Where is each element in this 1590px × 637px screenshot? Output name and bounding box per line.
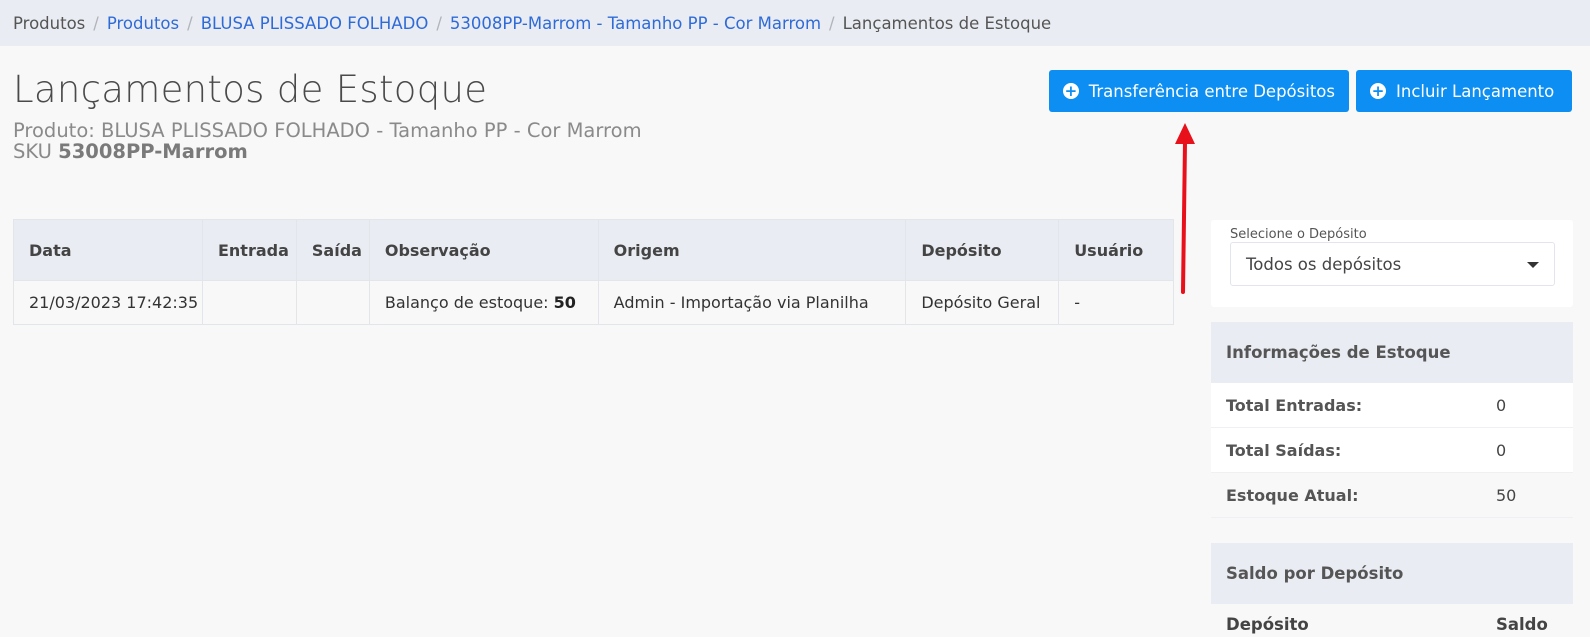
breadcrumb-produtos-root: Produtos	[13, 13, 86, 33]
page-title: Lançamentos de Estoque	[13, 68, 488, 111]
observacao-text: Balanço de estoque:	[384, 293, 549, 312]
column-header-usuario: Usuário	[1058, 219, 1174, 281]
cell-observacao: Balanço de estoque: 50	[368, 280, 599, 325]
transfer-between-deposits-button[interactable]: + Transferência entre Depósitos	[1049, 70, 1349, 112]
transfer-button-label: Transferência entre Depósitos	[1088, 81, 1335, 101]
breadcrumb-link-produtos[interactable]: Produtos	[107, 14, 179, 33]
cell-origem: Admin - Importação via Planilha	[597, 280, 907, 325]
column-header-observacao: Observação	[368, 219, 599, 281]
include-entry-button[interactable]: + Incluir Lançamento	[1356, 70, 1572, 112]
stock-info-value: 0	[1496, 440, 1507, 460]
sku-line: SKU 53008PP-Marrom	[13, 142, 248, 162]
deposit-filter-panel: Selecione o Depósito Todos os depósitos	[1211, 220, 1573, 307]
stock-info-title: Informações de Estoque	[1211, 322, 1573, 383]
balance-column-deposito: Depósito	[1226, 614, 1309, 634]
table-row: 21/03/2023 17:42:35 Balanço de estoque: …	[13, 280, 1174, 325]
stock-info-label: Estoque Atual:	[1226, 485, 1359, 505]
stock-info-row-entradas: Total Entradas: 0	[1211, 383, 1573, 428]
product-subtitle: Produto: BLUSA PLISSADO FOLHADO - Tamanh…	[13, 119, 642, 142]
sku-label: SKU	[13, 140, 52, 163]
stock-entries-table: Data Entrada Saída Observação Origem Dep…	[13, 219, 1174, 325]
sku-value: 53008PP-Marrom	[58, 140, 248, 163]
stock-info-label: Total Saídas:	[1226, 440, 1342, 460]
stock-info-row-atual: Estoque Atual: 50	[1211, 473, 1573, 518]
balance-columns-header: Depósito Saldo	[1211, 604, 1573, 637]
breadcrumb-separator: /	[829, 13, 835, 33]
deposit-select[interactable]: Todos os depósitos	[1230, 242, 1555, 286]
breadcrumb-separator: /	[187, 13, 193, 33]
balance-by-deposit-title: Saldo por Depósito	[1211, 543, 1573, 604]
annotation-arrow	[1175, 123, 1195, 294]
balance-by-deposit-card: Saldo por Depósito Depósito Saldo	[1211, 543, 1573, 637]
stock-info-row-saidas: Total Saídas: 0	[1211, 428, 1573, 473]
cell-saida	[295, 280, 370, 325]
column-header-deposito: Depósito	[905, 219, 1060, 281]
arrow-shaft	[1181, 140, 1187, 294]
breadcrumb-link-variant[interactable]: 53008PP-Marrom - Tamanho PP - Cor Marrom	[450, 14, 821, 33]
breadcrumb-separator: /	[436, 13, 442, 33]
breadcrumb-link-product[interactable]: BLUSA PLISSADO FOLHADO	[201, 14, 429, 33]
plus-circle-icon: +	[1063, 82, 1079, 100]
column-header-entrada: Entrada	[201, 219, 297, 281]
cell-usuario: -	[1058, 280, 1174, 325]
column-header-data: Data	[13, 219, 203, 281]
breadcrumb-current: Lançamentos de Estoque	[842, 13, 1052, 33]
caret-down-icon	[1527, 262, 1539, 268]
cell-entrada	[201, 280, 297, 325]
balance-column-saldo: Saldo	[1496, 614, 1548, 634]
column-header-origem: Origem	[597, 219, 907, 281]
column-header-saida: Saída	[295, 219, 370, 281]
stock-info-value: 50	[1496, 485, 1517, 505]
observacao-value: 50	[553, 293, 576, 312]
include-button-label: Incluir Lançamento	[1396, 81, 1555, 101]
deposit-select-label: Selecione o Depósito	[1230, 227, 1367, 242]
stock-info-label: Total Entradas:	[1226, 395, 1363, 415]
stock-info-value: 0	[1496, 395, 1507, 415]
breadcrumb-separator: /	[93, 13, 99, 33]
stock-info-card: Informações de Estoque Total Entradas: 0…	[1211, 322, 1573, 518]
deposit-select-value: Todos os depósitos	[1246, 254, 1402, 274]
plus-circle-icon: +	[1370, 82, 1386, 100]
table-header-row: Data Entrada Saída Observação Origem Dep…	[13, 219, 1174, 281]
cell-deposito: Depósito Geral	[905, 280, 1060, 325]
breadcrumb: Produtos / Produtos / BLUSA PLISSADO FOL…	[0, 0, 1590, 46]
cell-data: 21/03/2023 17:42:35	[13, 280, 203, 325]
